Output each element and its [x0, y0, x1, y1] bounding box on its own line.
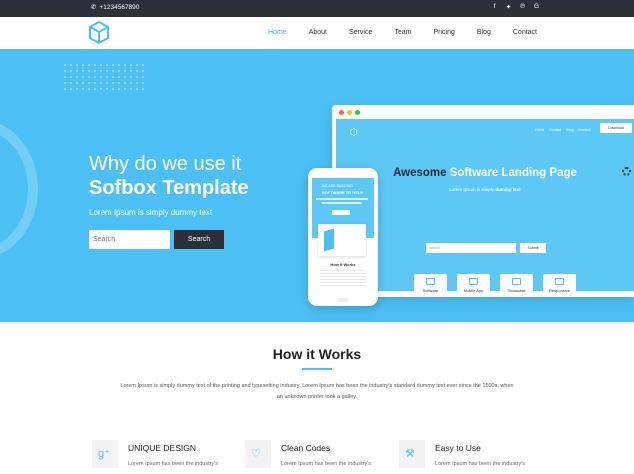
- card-label: Responsive: [549, 288, 570, 293]
- feature-text: Lorem Ipsum has been the industry's: [281, 461, 372, 467]
- mini-card-mobile: Mobile App: [457, 274, 490, 297]
- mini-card-responsive: Responsive: [543, 274, 576, 297]
- nav-pricing[interactable]: Pricing: [433, 29, 454, 36]
- phone-text-line: [316, 198, 368, 200]
- phone-mini-button: [332, 210, 350, 215]
- feature-text: Lorem Ipsum has been the industry's: [435, 461, 526, 467]
- phone-text-lines: [320, 270, 366, 288]
- browser-screen: ⬡ Home Contact Blog Contact Download Awe…: [336, 119, 634, 297]
- mini-nav: Home Contact Blog Contact: [535, 128, 590, 132]
- google-plus-icon: g⁺: [98, 448, 110, 460]
- phone-mockup: WE ARE BUILDING SOFTWARE TO HELP How It …: [308, 168, 378, 306]
- window-minimize-dot: [347, 109, 352, 115]
- phone-line2: SOFTWARE TO HELP: [322, 190, 364, 195]
- title-underline: [302, 368, 332, 370]
- hero-title-line2: Sofbox Template: [89, 177, 249, 199]
- hero-search-button[interactable]: Search: [174, 230, 224, 249]
- how-it-works-section: How it Works Lorem Ipsum is simply dummy…: [0, 322, 634, 474]
- nav-service[interactable]: Service: [349, 29, 372, 36]
- logo-cube-icon[interactable]: [88, 21, 110, 45]
- phone-number: +1234567890: [99, 3, 140, 11]
- mini-nav-item: Home: [535, 128, 545, 132]
- card-label: Showcase: [507, 288, 526, 293]
- phone-line1: WE ARE BUILDING: [322, 184, 354, 188]
- nav-home[interactable]: Home: [268, 29, 287, 36]
- phone-home-button: [338, 298, 348, 302]
- mini-subtitle-bold: dummy text: [495, 187, 521, 192]
- main-header: Home About Service Team Pricing Blog Con…: [0, 17, 634, 49]
- pinterest-icon[interactable]: ℗: [519, 3, 526, 11]
- mini-cards: Software Mobile App Showcase Responsive: [414, 274, 576, 297]
- mini-submit-button: Submit: [520, 243, 546, 253]
- decorative-ring: [0, 119, 38, 259]
- mini-headline-white: Software Landing Page: [449, 167, 577, 179]
- feature-icon-box: g⁺: [92, 440, 118, 468]
- decorative-dots: [62, 62, 144, 92]
- loading-spinner-icon: [622, 167, 631, 176]
- feature-title: Clean Codes: [281, 443, 331, 453]
- responsive-icon: [555, 278, 564, 285]
- top-bar: ✆ +1234567890 f ✦ ℗ G: [0, 0, 634, 17]
- mini-search-input: Search: [426, 243, 516, 253]
- mini-card-showcase: Showcase: [500, 274, 533, 297]
- mini-headline-dark: Awesome: [393, 167, 447, 179]
- heart-icon: ♡: [251, 448, 261, 460]
- wrench-icon: ⚒: [405, 448, 415, 460]
- hero-section: Why do we use it Sofbox Template Lorem I…: [0, 49, 634, 322]
- nav-blog[interactable]: Blog: [477, 29, 491, 36]
- phone-screen: WE ARE BUILDING SOFTWARE TO HELP How It …: [312, 178, 374, 296]
- nav-contact[interactable]: Contact: [513, 29, 537, 36]
- mobile-icon: [469, 278, 478, 285]
- monitor-icon: [426, 278, 435, 285]
- nav-team[interactable]: Team: [394, 29, 411, 36]
- twitter-icon[interactable]: ✦: [505, 3, 512, 11]
- hero-search-input[interactable]: [89, 230, 170, 249]
- social-links: f ✦ ℗ G: [491, 3, 540, 11]
- main-nav: Home About Service Team Pricing Blog Con…: [246, 29, 537, 36]
- feature-title: UNIQUE DESIGN: [128, 443, 197, 453]
- window-close-dot: [339, 109, 344, 115]
- phone-icon: ✆: [91, 4, 97, 11]
- phone-screen-image: [318, 224, 366, 256]
- phone-contact[interactable]: ✆ +1234567890: [91, 3, 140, 12]
- feature-title: Easy to Use: [435, 443, 481, 453]
- hero-title-line1: Why do we use it: [89, 153, 242, 175]
- google-icon[interactable]: G: [533, 3, 540, 11]
- mini-nav-item: Blog: [566, 128, 574, 132]
- hero-subtitle: Lorem Ipsum is simply dummy text: [89, 208, 213, 217]
- feature-icon-box: ♡: [245, 440, 271, 468]
- section-title: How it Works: [272, 346, 362, 362]
- phone-text-line: [322, 202, 362, 204]
- mini-download-button: Download: [600, 123, 632, 133]
- phone-image-shape: [324, 228, 334, 252]
- facebook-icon[interactable]: f: [491, 3, 498, 11]
- mini-nav-item: Contact: [578, 128, 591, 132]
- mini-subtitle: Lorem Ipsum is simply dummy text: [336, 187, 634, 192]
- feature-icon-box: ⚒: [399, 440, 425, 468]
- card-label: Software: [422, 288, 439, 293]
- nav-about[interactable]: About: [309, 29, 327, 36]
- section-description: Lorem Ipsum is simply dummy text of the …: [120, 383, 514, 400]
- mini-nav-item: Contact: [549, 128, 562, 132]
- showcase-icon: [512, 278, 521, 285]
- feature-text: Lorem Ipsum has been the industry's: [128, 461, 219, 467]
- mini-headline: Awesome Software Landing Page: [336, 167, 634, 179]
- window-maximize-dot: [355, 109, 360, 115]
- phone-section-title: How It Works: [330, 262, 356, 267]
- mini-card-software: Software: [414, 274, 447, 297]
- browser-titlebar: [332, 105, 634, 119]
- mini-logo-icon: ⬡: [350, 127, 358, 137]
- card-label: Mobile App: [463, 288, 484, 293]
- mini-subtitle-plain: Lorem Ipsum is simply: [449, 187, 496, 192]
